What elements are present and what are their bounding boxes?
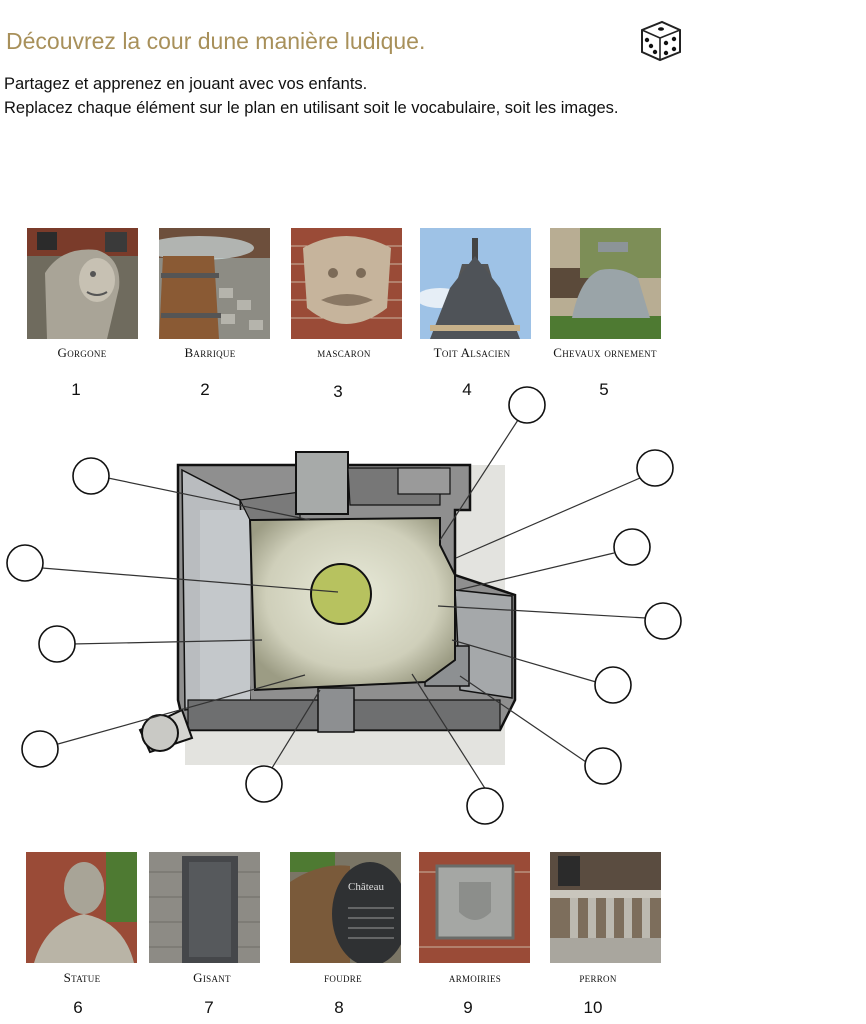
barrel-sign: Château	[348, 881, 385, 893]
gorgone-photo	[27, 228, 138, 339]
label-foudre: foudre	[324, 970, 362, 985]
number-10: 10	[583, 998, 603, 1017]
foudre-photo: Château	[290, 852, 401, 963]
gisant-photo	[149, 852, 260, 963]
label-barrique: Barrique	[184, 345, 236, 360]
barrique-photo	[159, 228, 270, 339]
armoiries-photo	[419, 852, 530, 963]
number-6: 6	[73, 998, 83, 1017]
label-perron: perron	[579, 970, 617, 985]
instruction-line-1: Partagez et apprenez en jouant avec vos …	[4, 75, 368, 93]
number-9: 9	[463, 998, 473, 1017]
chevaux-photo	[550, 228, 661, 339]
label-toit-alsacien: Toit Alsacien	[433, 345, 511, 360]
statue-photo	[26, 852, 137, 963]
label-statue: Statue	[63, 970, 101, 985]
instruction-line-2: Replacez chaque élément sur le plan en u…	[4, 99, 619, 117]
mascaron-photo	[291, 228, 402, 339]
number-7: 7	[204, 998, 214, 1017]
page-title: Découvrez la cour dune manière ludique.	[6, 28, 426, 54]
instructions: Partagez et apprenez en jouant avec vos …	[4, 72, 694, 120]
perron-photo	[550, 852, 661, 963]
label-chevaux: Chevaux ornement	[553, 345, 657, 360]
label-gorgone: Gorgone	[57, 345, 107, 360]
toit-alsacien-photo	[420, 228, 531, 339]
label-armoiries: armoiries	[448, 970, 502, 985]
number-8: 8	[334, 998, 344, 1017]
courtyard-plan	[6, 386, 682, 825]
dice-icon	[641, 20, 681, 62]
label-gisant: Gisant	[193, 970, 231, 985]
label-mascaron: mascaron	[317, 345, 371, 360]
